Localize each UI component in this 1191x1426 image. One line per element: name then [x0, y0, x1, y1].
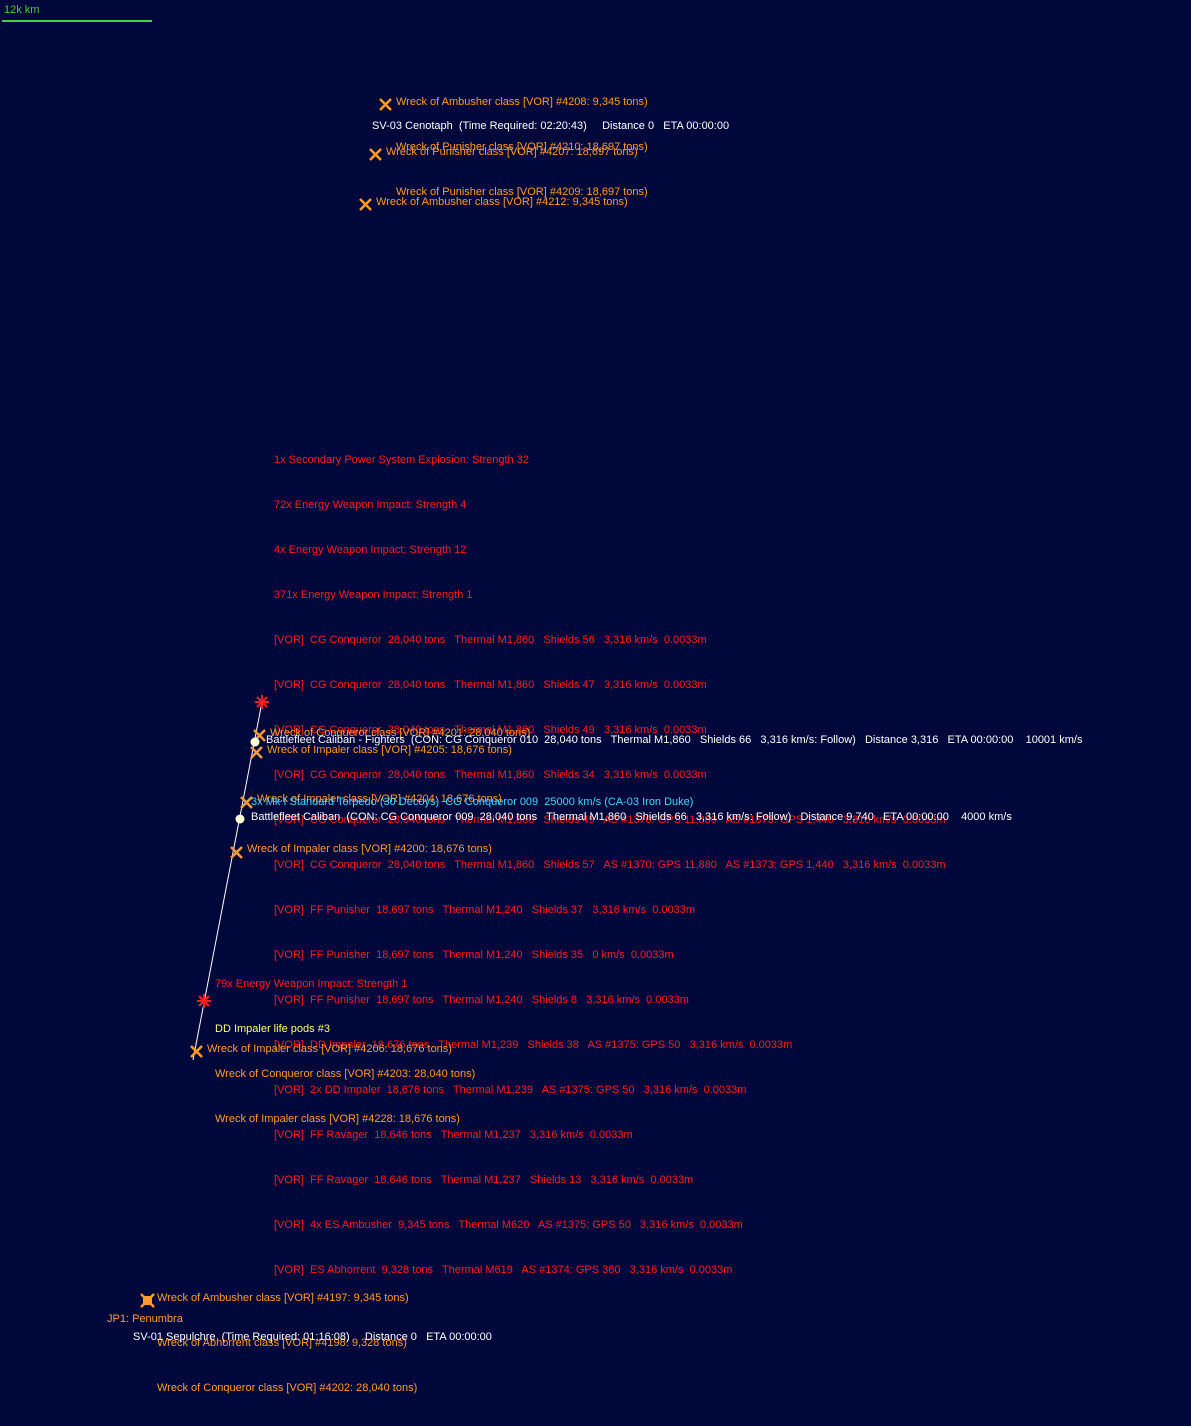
wreck-label[interactable]: Wreck of Impaler class [VOR] #4205: 18,6…: [267, 743, 512, 758]
x-cross-icon: [190, 1045, 203, 1058]
combat-log: 1x Secondary Power System Explosion: Str…: [274, 423, 946, 1308]
wreck-label[interactable]: Wreck of Conqueror class [VOR] #4202: 28…: [157, 1381, 417, 1396]
life-pod-label[interactable]: DD Impaler life pods #3: [215, 1022, 475, 1037]
waypoint-sepulchre[interactable]: SV-01 Sepulchre (Time Required: 01:16:08…: [133, 1330, 492, 1345]
dot-icon: [250, 737, 260, 747]
waypoint-cenotaph[interactable]: SV-03 Cenotaph (Time Required: 02:20:43)…: [372, 119, 729, 134]
x-cross-icon: [359, 198, 372, 211]
combat-log-line: 371x Energy Weapon Impact: Strength 1: [274, 589, 473, 601]
enemy-contact[interactable]: [VOR] 4x ES Ambusher 9,345 tons Thermal …: [274, 1218, 946, 1233]
enemy-contact[interactable]: [VOR] CG Conqueror 28,040 tons Thermal M…: [274, 768, 946, 783]
x-cross-icon: [369, 148, 382, 161]
wreck-label[interactable]: Wreck of Punisher class [VOR] #4207: 18,…: [386, 145, 638, 160]
wreck-label[interactable]: Wreck of Impaler class [VOR] #4200: 18,6…: [247, 842, 492, 857]
impact-label: 79x Energy Weapon Impact: Strength 1: [215, 978, 408, 990]
combat-log-line: 1x Secondary Power System Explosion: Str…: [274, 454, 529, 466]
dot-icon: [235, 814, 245, 824]
jump-point-label[interactable]: JP1: Penumbra: [107, 1312, 183, 1327]
wreck-label[interactable]: Wreck of Ambusher class [VOR] #4208: 9,3…: [396, 95, 648, 110]
enemy-contact[interactable]: [VOR] FF Punisher 18,697 tons Thermal M1…: [274, 903, 946, 918]
impact-core: [259, 699, 265, 705]
enemy-contact[interactable]: [VOR] CG Conqueror 28,040 tons Thermal M…: [274, 678, 946, 693]
wreck-label[interactable]: Wreck of Ambusher class [VOR] #4212: 9,3…: [376, 195, 628, 210]
wreck-label[interactable]: Wreck of Ambusher class [VOR] #4197: 9,3…: [157, 1291, 417, 1306]
missile-salvo-label[interactable]: 3x Mk I Standard Torpedo (30 Decoys) CG …: [251, 795, 693, 810]
fleet-label-caliban[interactable]: Battlefleet Caliban (CON: CG Conqueror 0…: [251, 810, 1012, 825]
combat-log-line: 72x Energy Weapon Impact: Strength 4: [274, 499, 467, 511]
starburst-icon: [197, 994, 211, 1008]
wreck-label[interactable]: Wreck of Impaler class [VOR] #4206: 18,6…: [207, 1042, 452, 1057]
enemy-contact[interactable]: [VOR] CG Conqueror 28,040 tons Thermal M…: [274, 633, 946, 648]
combat-log-line: 4x Energy Weapon Impact: Strength 12: [274, 544, 467, 556]
x-cross-icon: [379, 98, 392, 111]
enemy-contact[interactable]: [VOR] FF Ravager 18,646 tons Thermal M1,…: [274, 1173, 946, 1188]
tactical-map[interactable]: 12k km Wreck of Ambusher class [VOR] #42…: [0, 0, 1191, 1394]
enemy-contact[interactable]: [VOR] CG Conqueror 28,040 tons Thermal M…: [274, 858, 946, 873]
wreck-label[interactable]: Wreck of Conqueror class [VOR] #4203: 28…: [215, 1067, 475, 1082]
wreck-label[interactable]: Wreck of Impaler class [VOR] #4228: 18,6…: [215, 1112, 475, 1127]
